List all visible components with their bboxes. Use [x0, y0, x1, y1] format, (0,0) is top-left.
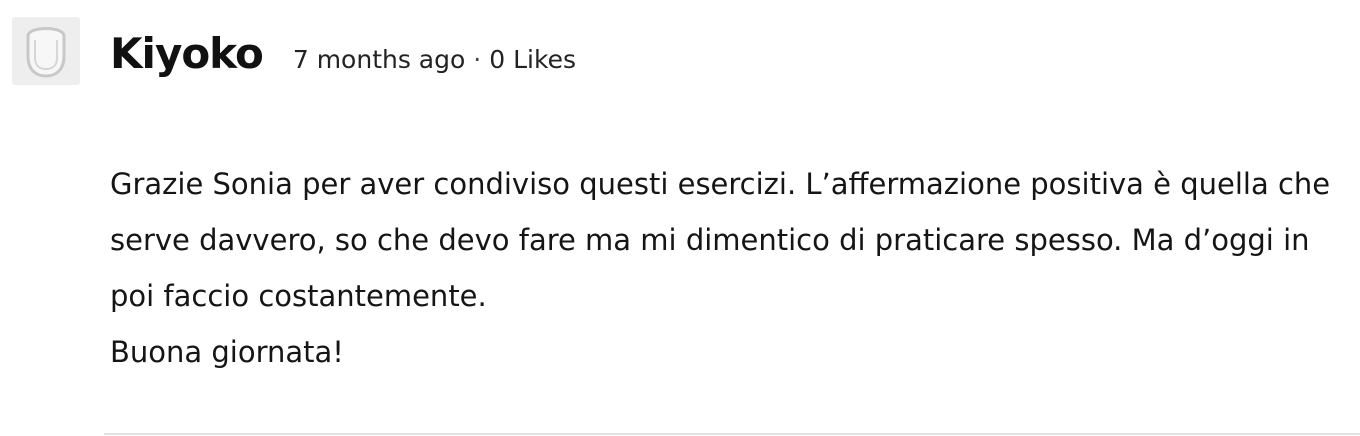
meta-separator: ·: [473, 45, 482, 74]
likes-count[interactable]: 0 Likes: [489, 45, 576, 74]
default-user-avatar-icon: [22, 22, 70, 80]
comment-card: Kiyoko 7 months ago · 0 Likes Grazie Sonia…: [0, 0, 1360, 436]
comment-header: Kiyoko 7 months ago · 0 Likes: [110, 26, 576, 82]
avatar[interactable]: [12, 17, 80, 85]
comment-body: Grazie Sonia per aver condiviso questi e…: [110, 167, 1331, 369]
divider: [104, 433, 1360, 435]
comment-timestamp[interactable]: 7 months ago: [293, 45, 465, 74]
author-name[interactable]: Kiyoko: [110, 26, 264, 82]
comment-meta: 7 months ago · 0 Likes: [293, 32, 576, 88]
